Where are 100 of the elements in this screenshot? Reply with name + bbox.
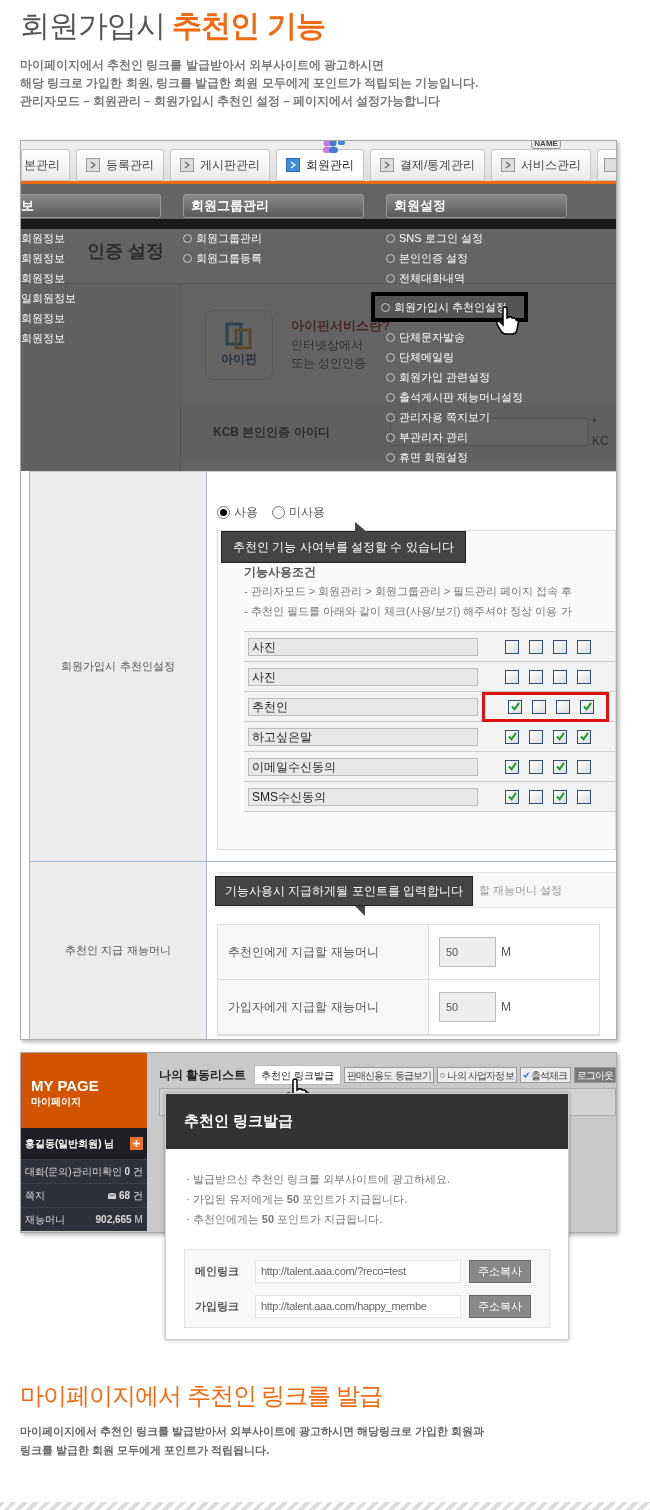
user-name: 홍길동(일반회원) 님 [25,1137,115,1151]
menu-item[interactable]: 회원정보 [21,228,65,248]
checkbox[interactable] [532,699,546,714]
checkbox[interactable] [505,639,519,654]
info-text: · 추천인에게는 50 포인트가 지급됩니다. [186,1212,384,1227]
menu-tab[interactable] [597,149,616,181]
checkbox[interactable] [553,729,567,744]
checkbox[interactable] [577,759,591,774]
menu-item[interactable]: 휴면 회원설정 [386,447,469,467]
conditions-title: 기능사용조건 [244,564,317,581]
menu-item[interactable]: 일회원정보 [21,288,76,308]
copy-button[interactable]: 주소복사 [469,1259,531,1283]
menu-item[interactable]: 단체메일링 [386,347,454,367]
checkbox[interactable] [556,699,570,714]
section-title: 나의 활동리스트 [158,1067,248,1084]
menu-group-header: 회원설정 [386,194,567,218]
menu-item[interactable]: 출석게시판 재능머니설정 [386,387,524,407]
checkbox[interactable] [553,639,567,654]
info-text: · 발급받으신 추천인 링크를 외부사이트에 광고하세요. [186,1172,451,1187]
checkbox[interactable] [529,639,543,654]
radio-option[interactable]: 사용 [217,503,258,521]
condition-text: - 추천인 필드를 아래와 같이 체크(사용/보기) 해주셔야 정상 이용 가 [244,604,573,619]
radio-option[interactable]: 미사용 [272,503,325,521]
menu-tab[interactable]: 서비스관리 [491,149,592,181]
checkbox[interactable] [580,699,594,714]
menu-item[interactable]: 회원정보 [21,268,65,288]
page-title: 인증 설정 [87,240,164,263]
brand-title: MY PAGE [31,1078,100,1094]
menu-item[interactable]: 회원그룹관리 [183,228,262,248]
field-label: 추천인에게 지급할 재능머니 [228,944,379,961]
menu-item[interactable]: 부관리자 관리 [386,427,469,447]
chevron-icon [86,158,100,172]
menu-item[interactable]: SNS 로그인 설정 [386,228,483,248]
checkbox[interactable] [505,729,519,744]
menu-item[interactable]: 회원정보 [21,308,65,328]
menu-item[interactable]: 본인인증 설정 [386,248,469,268]
stat-value: 68 건 [118,1189,143,1203]
menu-item[interactable]: 회원그룹등록 [183,248,262,268]
toolbar-button[interactable]: 나의 사업자정보 [437,1067,517,1083]
menu-item[interactable]: 회원정보 [21,328,65,348]
stat-label: 재능머니 [25,1213,65,1227]
field-name: 사진 [248,667,478,686]
check-icon [522,1072,529,1078]
link-field[interactable]: http://talent.aaa.com/happy_membe [255,1294,461,1318]
link-label: 가입링크 [195,1298,240,1314]
checkbox[interactable] [553,789,567,804]
menu-item[interactable]: 회원가입 관련설정 [386,367,491,387]
checkbox[interactable] [577,669,591,684]
stat-label: 쪽지 [25,1189,45,1203]
checkbox[interactable] [505,669,519,684]
menu-tab[interactable]: 회원관리 [276,149,364,181]
checkbox[interactable] [529,759,543,774]
link-field[interactable]: http://talent.aaa.com/?reco=test [255,1259,461,1283]
stat-value: 902,665 M [95,1213,143,1227]
chevron-icon [180,158,194,172]
unit-label: M [501,999,511,1016]
toolbar-button[interactable]: 출석체크 [519,1067,571,1083]
radio-button[interactable] [217,505,230,519]
info-text: · 가입된 유저에게는 50 포인트가 지급됩니다. [186,1192,409,1207]
chevron-icon [286,158,300,172]
menu-tab[interactable]: 결제/통계관리 [370,149,486,181]
checkbox[interactable] [529,729,543,744]
modal-title: 추천인 링크발급 [184,1111,294,1132]
toolbar-button[interactable]: 판매신용도 등급보기 [343,1067,435,1083]
menu-tab[interactable]: 게시판관리 [170,149,270,181]
chevron-icon [604,158,616,172]
checkbox[interactable] [505,789,519,804]
checkbox[interactable] [529,669,543,684]
checkbox[interactable] [529,789,543,804]
checkbox[interactable] [577,639,591,654]
input-field[interactable]: 50 [439,992,496,1022]
checkbox[interactable] [553,669,567,684]
condition-text: - 관리자모드 > 회원관리 > 회원그룹관리 > 필드관리 페이지 접속 후 [244,584,574,599]
menu-item[interactable]: 관리자용 쪽지보기 [386,407,491,427]
plus-icon [132,1140,140,1147]
checkbox[interactable] [553,759,567,774]
input-field[interactable]: 50 [439,937,496,967]
description-text: 관리자모드 – 회원관리 – 회원가입시 추천인 설정 – 페이지에서 설정가능합니다 [20,94,441,109]
menu-group-header: 보 [21,194,161,218]
copy-button[interactable]: 주소복사 [469,1294,531,1318]
page-heading: 회원가입시 추천인 기능 [20,8,326,44]
checkbox[interactable] [508,699,522,714]
toolbar-button[interactable]: 로그아웃 [573,1067,617,1083]
checkbox[interactable] [505,759,519,774]
menu-tab[interactable]: 본관리 [21,149,70,181]
checkbox[interactable] [577,729,591,744]
checkbox[interactable] [577,789,591,804]
menu-item[interactable]: 회원정보 [21,248,65,268]
field-name: SMS수신동의 [248,787,478,806]
chevron-icon [380,158,394,172]
plus-button[interactable] [129,1137,143,1150]
field-name: 사진 [248,637,478,656]
menu-item[interactable]: 전체대화내역 [386,268,465,288]
tooltip-pointer [355,906,365,916]
radio-button[interactable] [272,505,285,519]
logo-text: 아이핀 [221,351,257,368]
field-name: 이메일수신동의 [248,757,478,776]
description-text: 마이페이지에서 추천인 링크를 발급받아서 외부사이트에 광고하시면 해당링크로 가입한 회원과 [20,1424,486,1439]
menu-tab[interactable]: 등록관리 [76,149,164,181]
field-name: 하고싶은말 [248,727,478,746]
